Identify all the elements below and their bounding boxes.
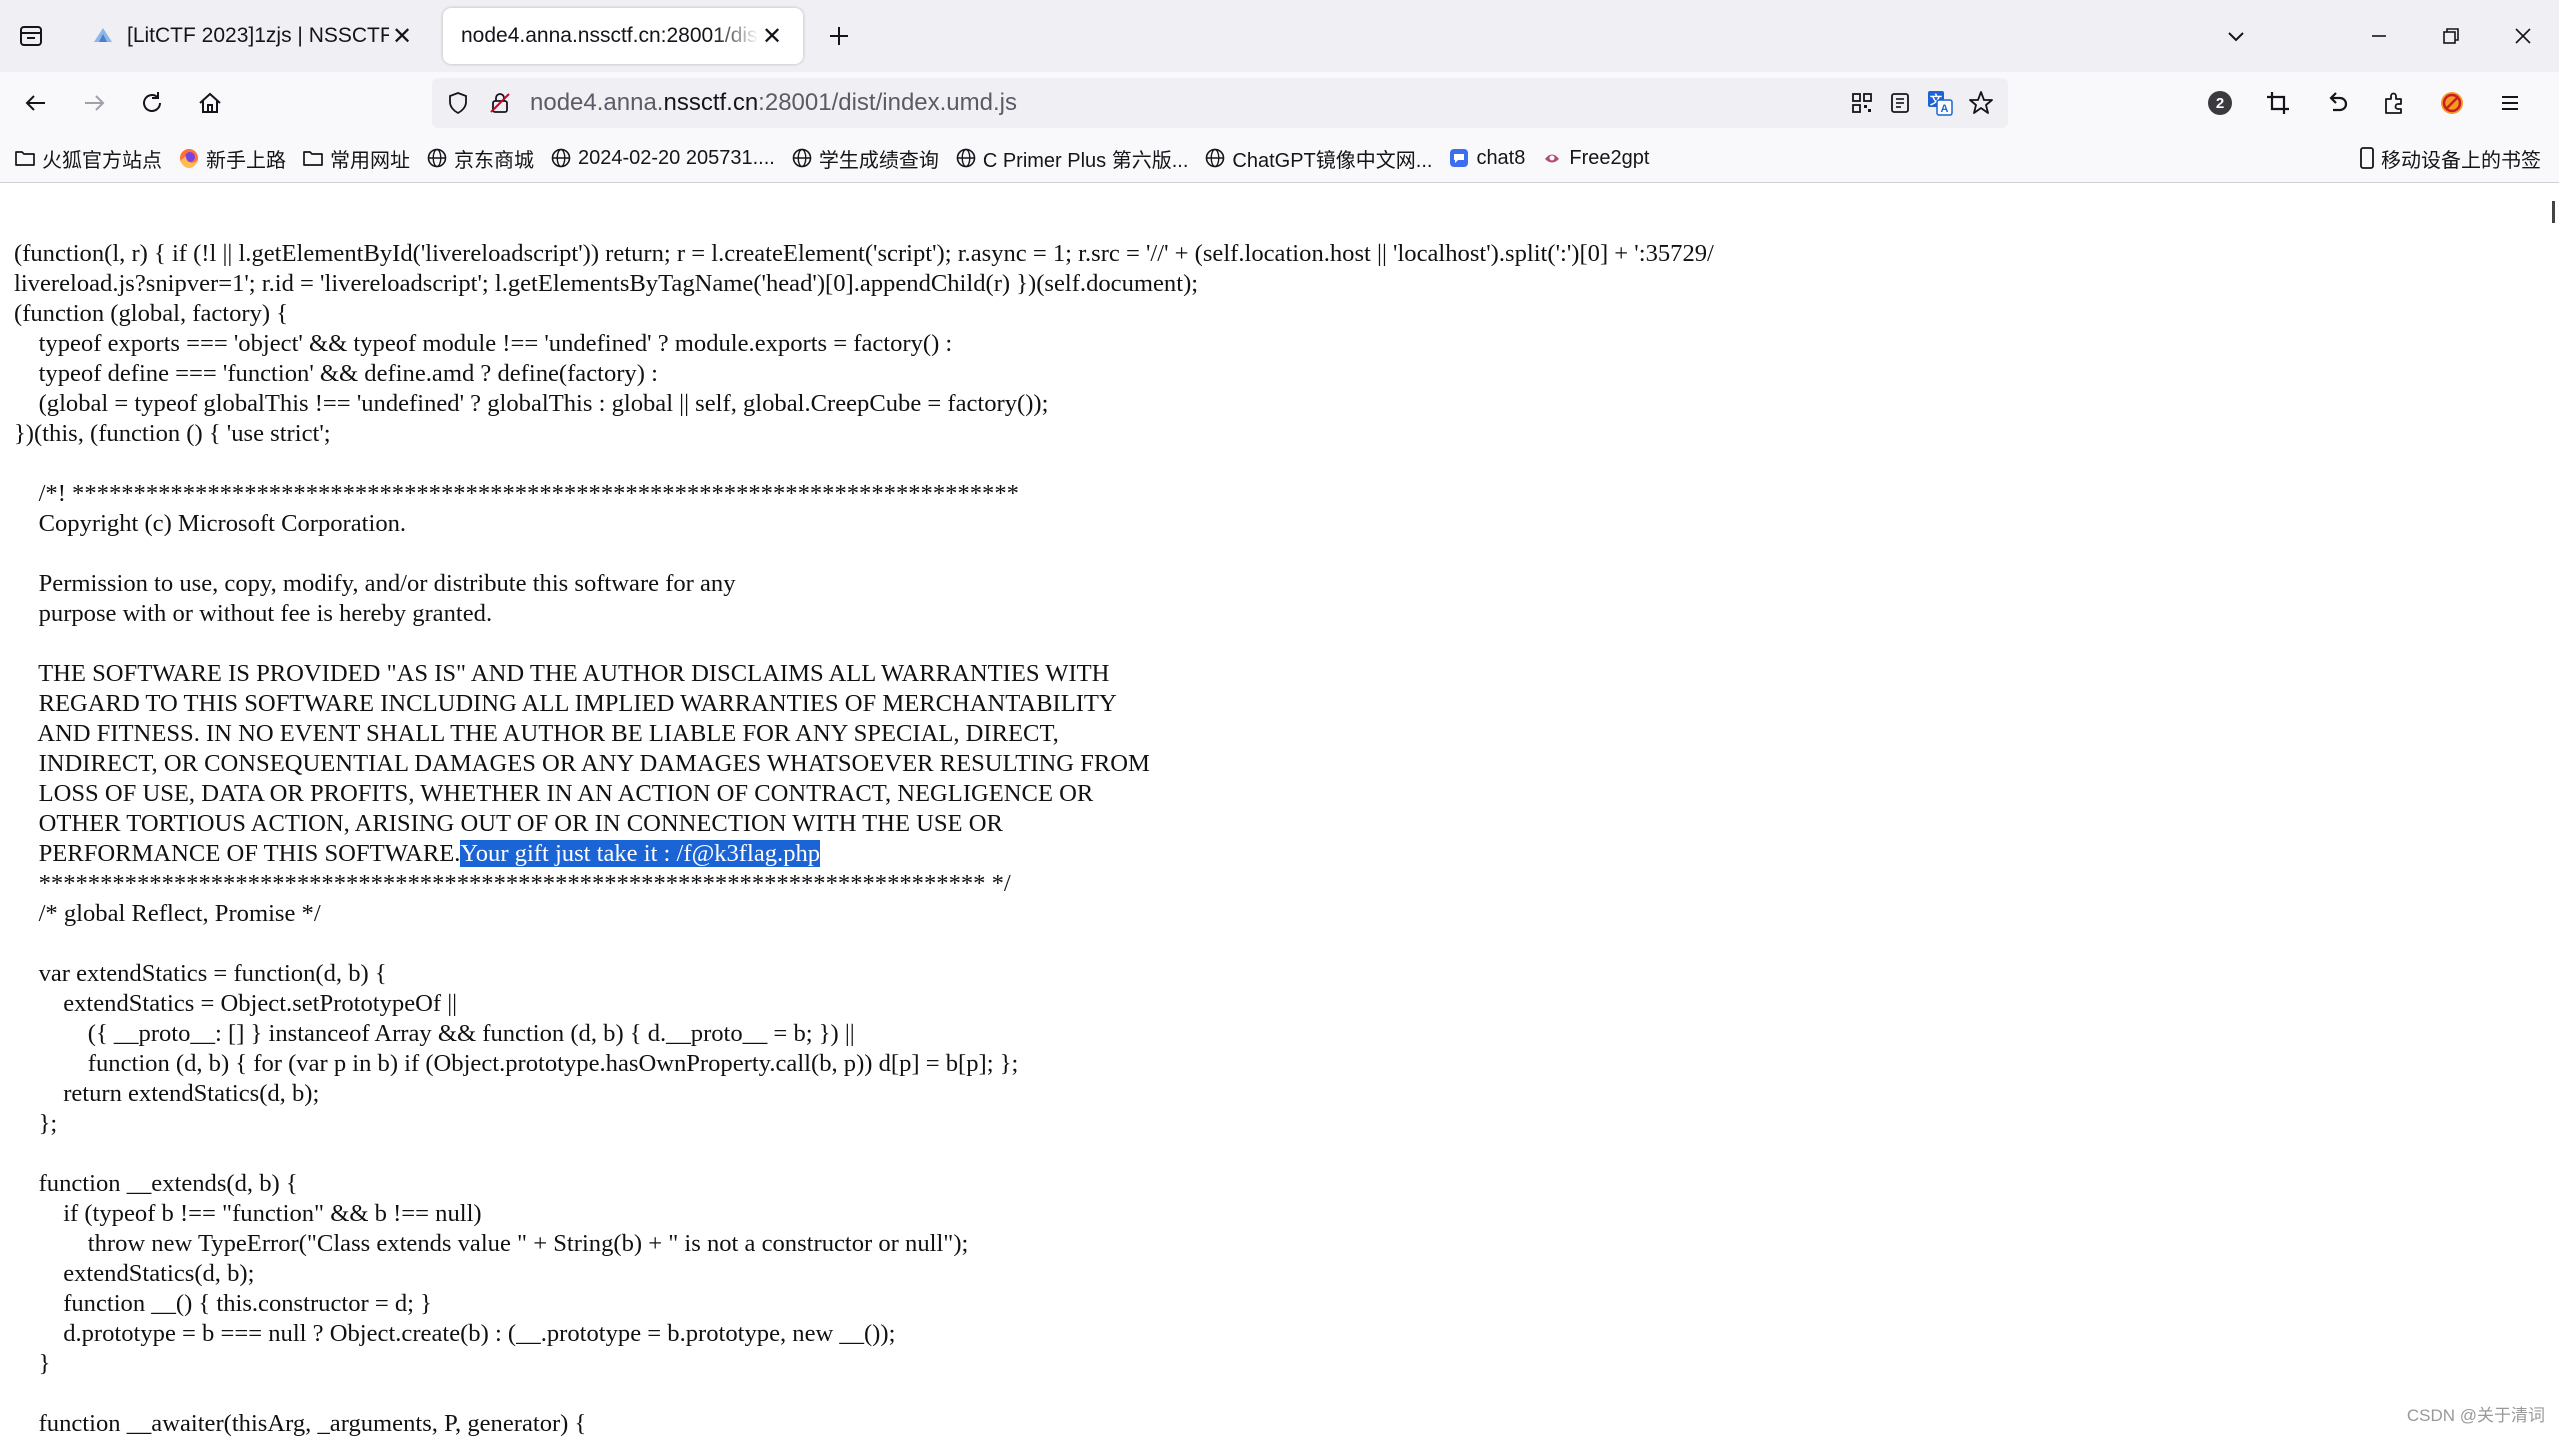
close-tab-icon[interactable]: ✕ <box>759 23 785 50</box>
app-menu-button[interactable] <box>2486 79 2534 127</box>
mobile-bookmarks-label: 移动设备上的书签 <box>2381 149 2541 172</box>
bookmark-label: C Primer Plus 第六版... <box>982 149 1189 172</box>
reload-icon <box>143 92 161 112</box>
shield-icon[interactable] <box>446 91 470 115</box>
back-button[interactable] <box>10 77 62 129</box>
globe-icon <box>791 147 813 169</box>
nssctf-favicon-icon <box>94 28 112 42</box>
page-content: (function(l, r) { if (!l || l.getElement… <box>0 183 2559 1438</box>
address-bar[interactable]: node4.anna.nssctf.cn:28001/dist/index.um… <box>432 78 2008 128</box>
bookmark-label: chat8 <box>1476 146 1526 169</box>
bookmark-star-icon[interactable] <box>1968 90 1994 116</box>
qr-code-icon[interactable] <box>1850 91 1874 115</box>
bookmarks-toolbar: 火狐官方站点 新手上路 常用网址 京东商城 2024-02-20 205731.... 学… <box>0 134 2559 183</box>
urlbar-actions: 文 A <box>1850 78 1994 128</box>
reload-button[interactable] <box>126 77 178 129</box>
folder-icon <box>302 147 324 169</box>
home-icon <box>199 92 221 113</box>
chat-icon <box>1448 147 1470 169</box>
toolbar-right: 2 <box>2196 72 2534 134</box>
mobile-device-icon <box>2360 147 2374 169</box>
bookmark-label: 新手上路 <box>206 149 286 172</box>
chevron-down-icon <box>2228 32 2244 42</box>
bookmark-label: ChatGPT镜像中文网... <box>1232 149 1433 172</box>
globe-icon <box>955 147 977 169</box>
undo-arrow-icon <box>2329 92 2348 112</box>
bookmark-label: 常用网址 <box>330 149 410 172</box>
minimize-button[interactable] <box>2343 0 2415 72</box>
tab-list-button[interactable] <box>5 10 57 62</box>
arrow-left-icon <box>25 95 45 111</box>
numbered-badge-icon: 2 <box>2208 91 2232 115</box>
close-icon <box>2515 28 2531 44</box>
bookmark-label: 京东商城 <box>454 149 534 172</box>
extensions-button[interactable] <box>2370 79 2418 127</box>
bookmark-item[interactable]: C Primer Plus 第六版... <box>955 144 1189 173</box>
minimize-icon <box>2372 35 2386 37</box>
svg-text:2: 2 <box>2216 95 2224 112</box>
globe-icon <box>1204 147 1226 169</box>
close-tab-icon[interactable]: ✕ <box>389 23 415 50</box>
bookmark-item[interactable]: 常用网址 <box>302 144 410 173</box>
tab-title: node4.anna.nssctf.cn:28001/dist/index.um… <box>461 24 759 47</box>
screenshot-button[interactable] <box>2254 79 2302 127</box>
tab-nssctf[interactable]: [LitCTF 2023]1zjs | NSSCTF ✕ <box>73 8 433 64</box>
globe-icon <box>426 147 448 169</box>
code-text-before: (function(l, r) { if (!l || l.getElement… <box>14 240 1714 867</box>
bookmark-label: Free2gpt <box>1569 146 1650 169</box>
tab-strip: [LitCTF 2023]1zjs | NSSCTF ✕ node4.anna.… <box>0 0 2559 72</box>
translate-icon[interactable]: 文 A <box>1926 89 1954 117</box>
window-controls <box>2343 0 2559 72</box>
crop-icon <box>2267 92 2289 114</box>
mobile-bookmarks-folder[interactable]: 移动设备上的书签 <box>2357 134 2541 182</box>
bookmark-label: 学生成绩查询 <box>818 149 939 172</box>
bookmark-item[interactable]: 京东商城 <box>426 144 534 173</box>
globe-icon <box>550 147 572 169</box>
puzzle-icon <box>2385 92 2402 114</box>
restore-button[interactable] <box>2415 0 2487 72</box>
svg-text:A: A <box>1941 103 1949 115</box>
bookmark-item[interactable]: 新手上路 <box>178 144 286 173</box>
bookmark-item[interactable]: 火狐官方站点 <box>14 144 162 173</box>
bookmark-label: 2024-02-20 205731.... <box>578 146 775 169</box>
restore-icon <box>2443 28 2459 44</box>
home-button[interactable] <box>184 77 236 129</box>
free2gpt-icon <box>1541 147 1563 169</box>
scrollbar-thumb[interactable] <box>2552 201 2555 223</box>
reader-view-icon[interactable] <box>1888 91 1912 115</box>
tab-title: [LitCTF 2023]1zjs | NSSCTF <box>127 24 389 47</box>
plus-icon <box>830 27 848 45</box>
blocked-extension-icon <box>2441 92 2463 114</box>
tab-index-umd-js[interactable]: node4.anna.nssctf.cn:28001/dist/index.um… <box>443 8 803 64</box>
arrow-right-icon <box>85 95 105 111</box>
bookmark-item[interactable]: ChatGPT镜像中文网... <box>1204 144 1432 173</box>
source-code[interactable]: (function(l, r) { if (!l || l.getElement… <box>14 239 1714 1438</box>
firefox-icon <box>178 147 200 169</box>
bookmark-item[interactable]: Free2gpt <box>1541 147 1649 170</box>
blocker-extension-button[interactable] <box>2428 79 2476 127</box>
navigation-toolbar: node4.anna.nssctf.cn:28001/dist/index.um… <box>0 72 2559 134</box>
watermark: CSDN @关于清词 <box>2406 1406 2545 1425</box>
selected-text[interactable]: Your gift just take it : /f@k3flag.php <box>460 840 821 867</box>
forward-button[interactable] <box>68 77 120 129</box>
close-window-button[interactable] <box>2487 0 2559 72</box>
url-text[interactable]: node4.anna.nssctf.cn:28001/dist/index.um… <box>530 89 1017 117</box>
new-tab-button[interactable] <box>813 10 865 62</box>
not-secure-lock-icon[interactable] <box>488 91 512 115</box>
bookmark-item[interactable]: 学生成绩查询 <box>791 144 939 173</box>
bookmark-label: 火狐官方站点 <box>42 149 162 172</box>
code-text-after: ****************************************… <box>38 870 1019 1437</box>
folder-icon <box>14 147 36 169</box>
undo-button[interactable] <box>2312 79 2360 127</box>
list-all-tabs-button[interactable] <box>2210 10 2262 62</box>
bookmark-item[interactable]: 2024-02-20 205731.... <box>550 147 775 170</box>
extension-badge-button[interactable]: 2 <box>2196 79 2244 127</box>
hamburger-menu-icon <box>2502 96 2518 110</box>
bookmark-item[interactable]: chat8 <box>1448 147 1525 170</box>
tab-list-icon <box>20 26 42 46</box>
